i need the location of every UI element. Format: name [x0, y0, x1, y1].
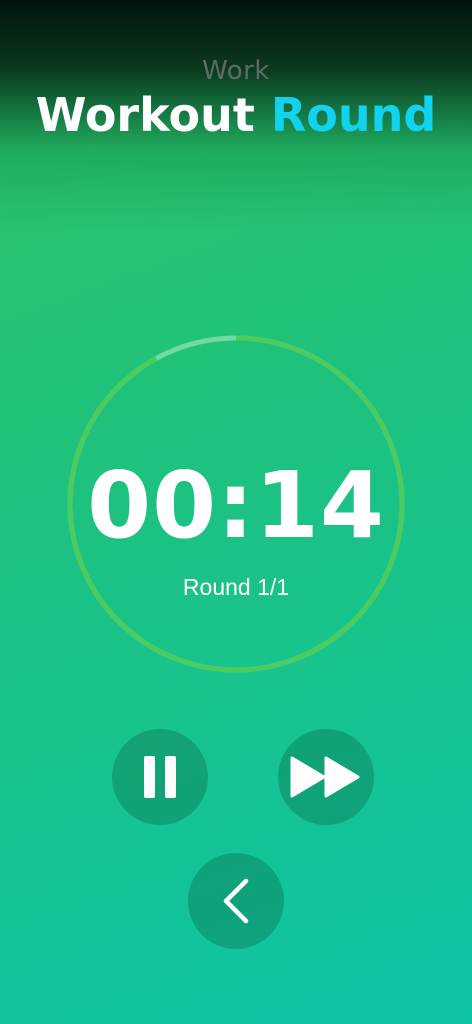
fast-forward-icon — [290, 756, 360, 798]
round-counter: Round 1/1 — [182, 574, 290, 600]
title-main: Workout — [35, 88, 255, 142]
page-title: Workout Round — [0, 88, 472, 142]
back-button[interactable] — [188, 853, 284, 949]
pause-button[interactable] — [112, 729, 208, 825]
skip-button[interactable] — [278, 729, 374, 825]
timer-display: 00:14 — [87, 452, 385, 559]
chevron-left-icon — [223, 878, 249, 924]
pause-icon — [144, 756, 176, 798]
phase-label: Work — [202, 56, 270, 86]
title-accent: Round — [270, 88, 437, 142]
